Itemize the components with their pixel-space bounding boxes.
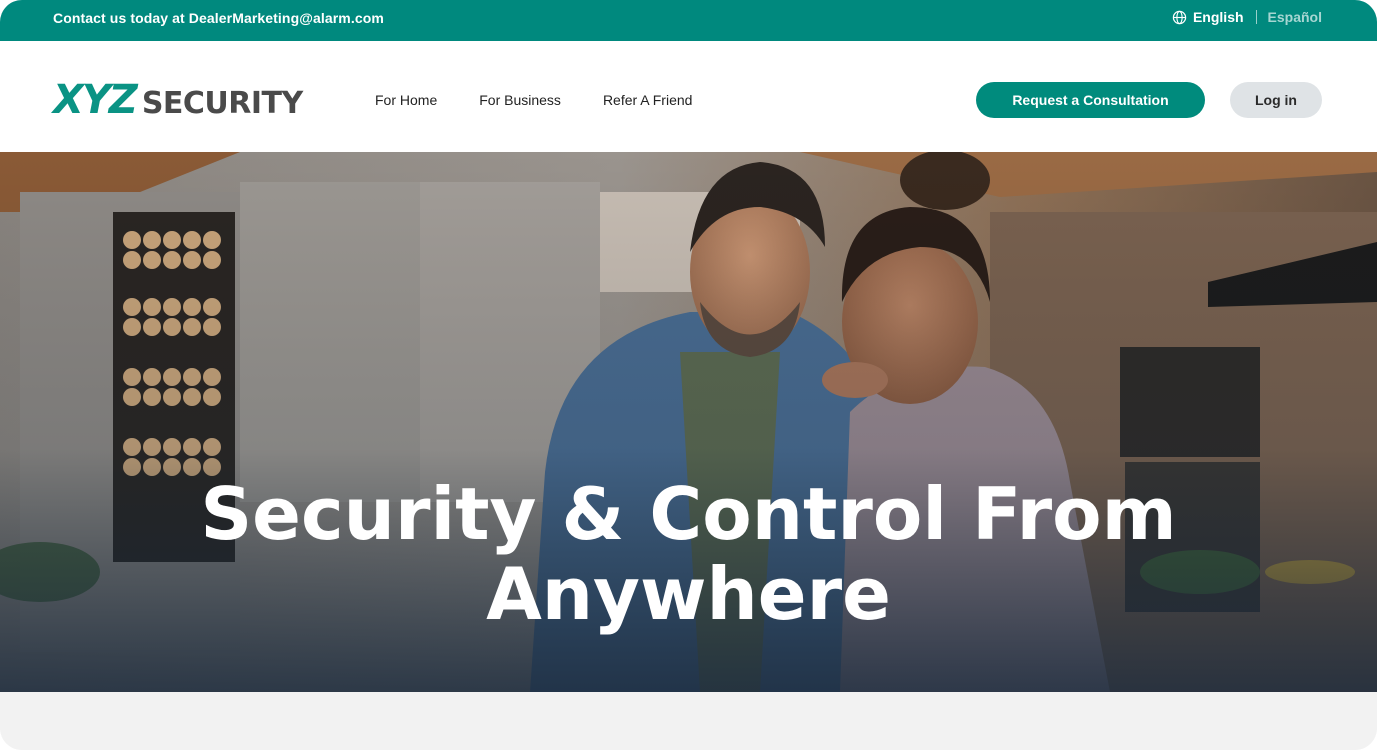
lang-english[interactable]: English [1193, 9, 1244, 25]
globe-icon [1172, 10, 1187, 24]
hero-banner: Security & Control From Anywhere [0, 152, 1377, 692]
request-consultation-button[interactable]: Request a Consultation [976, 82, 1205, 118]
lang-espanol[interactable]: Español [1268, 9, 1322, 25]
logo-xyz: XYZ [53, 77, 138, 123]
hero-title-line-1: Security & Control From [200, 472, 1177, 556]
top-bar: Contact us today at DealerMarketing@alar… [0, 0, 1377, 41]
login-button[interactable]: Log in [1230, 82, 1322, 118]
contact-text[interactable]: Contact us today at DealerMarketing@alar… [53, 10, 384, 26]
hero-title: Security & Control From Anywhere [0, 474, 1377, 634]
language-switcher: English Español [1172, 9, 1322, 25]
logo-security: SECURITY [141, 86, 303, 121]
nav-refer-a-friend[interactable]: Refer A Friend [603, 92, 693, 108]
site-header: XYZ SECURITY For Home For Business Refer… [0, 41, 1377, 152]
hero-title-line-2: Anywhere [486, 552, 891, 636]
nav-for-home[interactable]: For Home [375, 92, 437, 108]
lang-divider [1255, 10, 1257, 24]
nav-for-business[interactable]: For Business [479, 92, 561, 108]
content-area [0, 692, 1377, 750]
page-frame: Contact us today at DealerMarketing@alar… [0, 0, 1377, 750]
main-nav: For Home For Business Refer A Friend [375, 92, 734, 108]
site-logo[interactable]: XYZ SECURITY [53, 80, 303, 120]
